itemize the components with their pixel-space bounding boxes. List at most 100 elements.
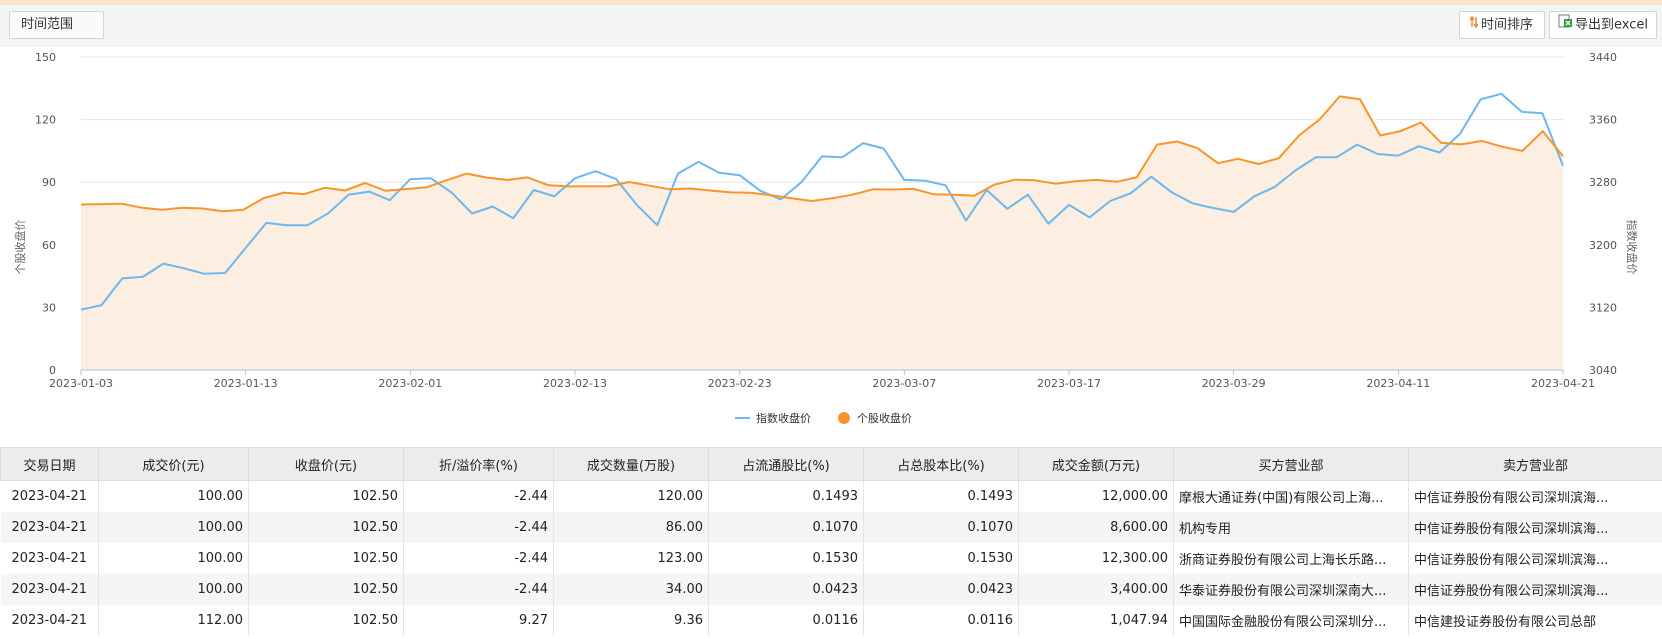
right-tick-label: 3440 (1589, 51, 1617, 64)
right-tick-label: 3120 (1589, 301, 1617, 314)
x-axis: 2023-01-03 2023-01-13 2023-02-01 2023-02-13… (49, 369, 1595, 390)
value-cell: 34.00 (553, 574, 709, 605)
x-tick-label: 2023-03-07 (872, 377, 936, 390)
column-header[interactable]: 占总股本比(%) (863, 447, 1019, 481)
value-cell: 112.00 (98, 605, 249, 636)
column-header[interactable]: 成交价(元) (98, 447, 249, 481)
column-header[interactable]: 买方营业部 (1173, 447, 1409, 481)
column-header[interactable]: 卖方营业部 (1408, 447, 1662, 481)
left-tick-label: 30 (42, 301, 56, 314)
table-row: 2023-04-21 100.00 102.50 -2.44 120.00 0.1493 0… (0, 480, 1662, 512)
legend-label-index: 指数收盘价 (756, 411, 811, 425)
sort-arrows-icon (1469, 12, 1479, 38)
right-tick-label: 3280 (1589, 176, 1617, 189)
value-cell: 1,047.94 (1018, 605, 1174, 636)
right-axis-title: 指数收盘价 (1625, 220, 1639, 275)
excel-icon (1558, 12, 1573, 38)
block-trade-table: 交易日期 成交价(元) 收盘价(元) 折/溢价率(%) 成交数量(万股) 占流通股比(%)… (0, 447, 1662, 636)
column-header[interactable]: 收盘价(元) (248, 447, 404, 481)
value-cell: 102.50 (248, 605, 404, 636)
value-cell: 8,600.00 (1018, 512, 1174, 543)
broker-cell[interactable]: 中国国际金融股份有限公司深圳分... (1173, 605, 1409, 636)
value-cell: 100.00 (98, 543, 249, 574)
value-cell: 12,300.00 (1018, 543, 1174, 574)
value-cell: 9.36 (553, 605, 709, 636)
trade-date-cell: 2023-04-21 (0, 480, 99, 512)
left-tick-label: 150 (35, 51, 56, 64)
left-tick-label: 60 (42, 239, 56, 252)
value-cell: 100.00 (98, 480, 249, 512)
value-cell: 3,400.00 (1018, 574, 1174, 605)
x-tick-label: 2023-01-03 (49, 377, 113, 390)
value-cell: 100.00 (98, 574, 249, 605)
broker-cell[interactable]: 机构专用 (1173, 512, 1409, 543)
broker-cell[interactable]: 摩根大通证券(中国)有限公司上海... (1173, 480, 1409, 512)
value-cell: 102.50 (248, 574, 404, 605)
left-tick-label: 90 (42, 176, 56, 189)
legend-item-index[interactable]: 指数收盘价 (735, 411, 811, 425)
x-tick-label: 2023-04-11 (1366, 377, 1430, 390)
column-header[interactable]: 折/溢价率(%) (403, 447, 554, 481)
value-cell: 86.00 (553, 512, 709, 543)
export-excel-button[interactable]: 导出到excel (1549, 11, 1657, 39)
stock-price-area (81, 96, 1563, 371)
value-cell: 0.1493 (863, 480, 1019, 512)
legend: 指数收盘价 个股收盘价 (735, 411, 912, 425)
value-cell: -2.44 (403, 574, 554, 605)
value-cell: 100.00 (98, 512, 249, 543)
broker-cell[interactable]: 中信证券股份有限公司深圳滨海... (1408, 543, 1662, 574)
legend-item-stock[interactable]: 个股收盘价 (838, 411, 912, 425)
left-tick-label: 120 (35, 114, 56, 127)
x-tick-label: 2023-01-13 (214, 377, 278, 390)
value-cell: 0.0423 (863, 574, 1019, 605)
table-header-row: 交易日期 成交价(元) 收盘价(元) 折/溢价率(%) 成交数量(万股) 占流通股比(%)… (0, 447, 1662, 481)
time-range-label: 时间范围 (21, 17, 74, 32)
toolbar: 时间范围 时间排序 导出到excel (0, 5, 1662, 47)
left-axis: 0 30 60 90 120 150 (35, 51, 56, 377)
column-header[interactable]: 占流通股比(%) (708, 447, 864, 481)
broker-cell[interactable]: 中信证券股份有限公司深圳滨海... (1408, 512, 1662, 543)
value-cell: 9.27 (403, 605, 554, 636)
value-cell: -2.44 (403, 543, 554, 574)
value-cell: 102.50 (248, 512, 404, 543)
legend-dot-icon (838, 412, 850, 424)
value-cell: 0.0116 (863, 605, 1019, 636)
trade-date-cell: 2023-04-21 (0, 574, 99, 605)
value-cell: 123.00 (553, 543, 709, 574)
broker-cell[interactable]: 华泰证券股份有限公司深圳深南大... (1173, 574, 1409, 605)
value-cell: 0.1070 (863, 512, 1019, 543)
value-cell: 0.1493 (708, 480, 864, 512)
table-row: 2023-04-21 100.00 102.50 -2.44 86.00 0.1070 0.… (0, 512, 1662, 543)
left-tick-label: 0 (49, 364, 56, 377)
column-header[interactable]: 交易日期 (0, 447, 99, 481)
time-range-button[interactable]: 时间范围 (9, 11, 104, 39)
x-tick-label: 2023-04-21 (1531, 377, 1595, 390)
trade-date-cell: 2023-04-21 (0, 605, 99, 636)
broker-cell[interactable]: 中信证券股份有限公司深圳滨海... (1408, 574, 1662, 605)
broker-cell[interactable]: 浙商证券股份有限公司上海长乐路... (1173, 543, 1409, 574)
right-tick-label: 3040 (1589, 364, 1617, 377)
x-tick-label: 2023-03-17 (1037, 377, 1101, 390)
value-cell: 0.1530 (863, 543, 1019, 574)
legend-label-stock: 个股收盘价 (857, 411, 912, 425)
right-axis: 3040 3120 3200 3280 3360 3440 (1589, 51, 1617, 377)
left-axis-title: 个股收盘价 (13, 220, 27, 275)
x-tick-label: 2023-02-23 (708, 377, 772, 390)
value-cell: 12,000.00 (1018, 480, 1174, 512)
column-header[interactable]: 成交金额(万元) (1018, 447, 1174, 481)
trade-date-cell: 2023-04-21 (0, 543, 99, 574)
value-cell: 0.0116 (708, 605, 864, 636)
broker-cell[interactable]: 中信证券股份有限公司深圳滨海... (1408, 480, 1662, 512)
value-cell: 102.50 (248, 543, 404, 574)
value-cell: 0.1070 (708, 512, 864, 543)
x-tick-label: 2023-03-29 (1202, 377, 1266, 390)
table-row: 2023-04-21 100.00 102.50 -2.44 123.00 0.1530 0… (0, 543, 1662, 574)
value-cell: 102.50 (248, 480, 404, 512)
broker-cell[interactable]: 中信建投证券股份有限公司总部 (1408, 605, 1662, 636)
x-tick-label: 2023-02-01 (378, 377, 442, 390)
time-sort-button[interactable]: 时间排序 (1459, 11, 1545, 39)
export-excel-label: 导出到excel (1575, 17, 1648, 33)
value-cell: 120.00 (553, 480, 709, 512)
column-header[interactable]: 成交数量(万股) (553, 447, 709, 481)
right-tick-label: 3360 (1589, 114, 1617, 127)
